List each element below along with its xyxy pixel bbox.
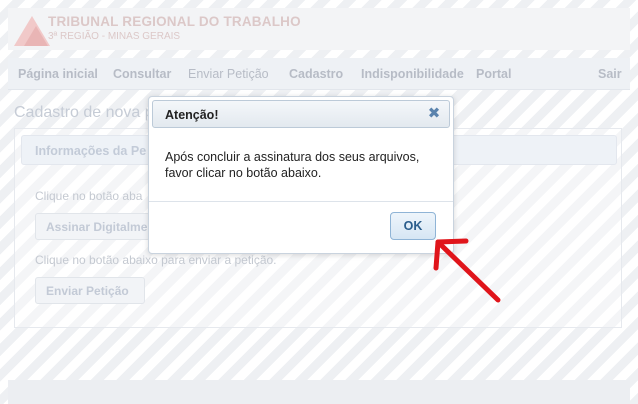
dialog-divider (149, 201, 453, 202)
send-instruction: Clique no botão abaixo para enviar a pet… (35, 253, 277, 267)
main-nav: Página inicial Consultar Enviar Petição … (8, 58, 630, 90)
nav-item-indisponibilidade[interactable]: Indisponibilidade (361, 67, 464, 81)
site-header: TRIBUNAL REGIONAL DO TRABALHO 3ª REGIÃO … (8, 8, 630, 50)
brand-subtitle: 3ª REGIÃO - MINAS GERAIS (48, 31, 181, 42)
sign-instruction: Clique no botão aba (35, 189, 143, 203)
attention-dialog: Atenção! ✖ Após concluir a assinatura do… (148, 96, 454, 254)
dialog-message: Após concluir a assinatura dos seus arqu… (165, 149, 447, 181)
red-arrow-annotation-icon (433, 238, 501, 303)
nav-item-sair[interactable]: Sair (598, 67, 622, 81)
nav-item-portal[interactable]: Portal (476, 67, 511, 81)
close-icon[interactable]: ✖ (426, 106, 442, 122)
nav-item-enviar-peticao[interactable]: Enviar Petição (188, 67, 269, 81)
footer (8, 380, 630, 404)
dialog-message-line-1: Após concluir a assinatura dos seus arqu… (165, 150, 420, 164)
nav-item-consultar[interactable]: Consultar (113, 67, 171, 81)
nav-item-pagina-inicial[interactable]: Página inicial (18, 67, 98, 81)
panel-header-label: Informações da Pe (35, 144, 147, 158)
dialog-message-line-2: favor clicar no botão abaixo. (165, 166, 322, 180)
send-petition-button[interactable]: Enviar Petição (35, 277, 145, 304)
sign-digitally-button[interactable]: Assinar Digitalme (35, 213, 150, 240)
brand-title: TRIBUNAL REGIONAL DO TRABALHO (48, 14, 301, 29)
dialog-title: Atenção! (165, 108, 219, 122)
nav-item-cadastro[interactable]: Cadastro (289, 67, 343, 81)
page-title: Cadastro de nova p (14, 104, 154, 121)
dialog-titlebar: Atenção! ✖ (152, 100, 450, 128)
